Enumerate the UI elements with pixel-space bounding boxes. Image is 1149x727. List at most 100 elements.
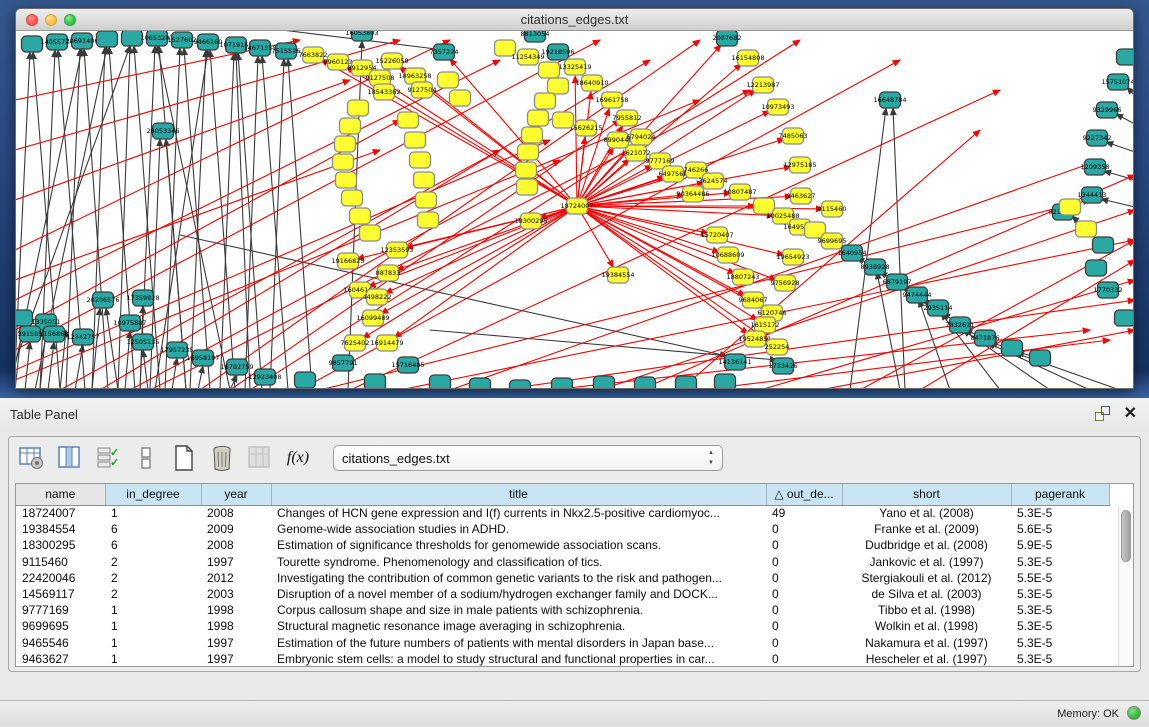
table-cell[interactable]: 9465546 (16, 635, 105, 651)
table-cell[interactable]: Corpus callosum shape and size in male p… (271, 602, 766, 618)
table-cell[interactable]: 0 (766, 537, 842, 553)
table-cell[interactable]: 6 (105, 537, 201, 553)
table-cell[interactable]: 2009 (201, 521, 271, 537)
close-window-button[interactable] (26, 14, 38, 26)
column-header-in_degree[interactable]: in_degree (105, 484, 201, 505)
table-row[interactable]: 1830029562008Estimation of significance … (16, 537, 1109, 553)
table-cell[interactable]: 1997 (201, 635, 271, 651)
table-cell[interactable]: Investigating the contribution of common… (271, 570, 766, 586)
table-cell[interactable]: 0 (766, 554, 842, 570)
table-cell[interactable]: 2003 (201, 586, 271, 602)
table-cell[interactable]: Embryonic stem cells: a model to study s… (271, 651, 766, 667)
table-cell[interactable]: Nakamura et al. (1997) (842, 635, 1011, 651)
table-cell[interactable]: Structural magnetic resonance image aver… (271, 618, 766, 634)
memory-ok-indicator[interactable] (1127, 706, 1141, 720)
column-header-pagerank[interactable]: pagerank (1011, 484, 1109, 505)
table-scrollbar-thumb[interactable] (1121, 510, 1131, 562)
table-cell[interactable]: 9699695 (16, 618, 105, 634)
table-cell[interactable]: 19384554 (16, 521, 105, 537)
table-cell[interactable]: Estimation of significance thresholds fo… (271, 537, 766, 553)
table-row[interactable]: 946554611997Estimation of the future num… (16, 635, 1109, 651)
table-row[interactable]: 946362711997Embryonic stem cells: a mode… (16, 651, 1109, 667)
table-cell[interactable]: Yano et al. (2008) (842, 505, 1011, 521)
minimize-window-button[interactable] (45, 14, 57, 26)
table-cell[interactable]: Tourette syndrome. Phenomenology and cla… (271, 554, 766, 570)
table-cell[interactable]: 2 (105, 554, 201, 570)
table-cell[interactable]: 14569117 (16, 586, 105, 602)
table-cell[interactable]: Disruption of a novel member of a sodium… (271, 586, 766, 602)
column-header-short[interactable]: short (842, 484, 1011, 505)
column-header-name[interactable]: name (16, 484, 105, 505)
table-cell[interactable]: Stergiakouli et al. (2012) (842, 570, 1011, 586)
column-header-title[interactable]: title (271, 484, 766, 505)
network-window[interactable]: citations_edges.txt (15, 8, 1134, 389)
table-cell[interactable]: 0 (766, 521, 842, 537)
table-cell[interactable]: de Silva et al. (2003) (842, 586, 1011, 602)
table-cell[interactable]: 5.9E-5 (1011, 537, 1109, 553)
table-cell[interactable]: 1997 (201, 554, 271, 570)
table-cell[interactable]: 2012 (201, 570, 271, 586)
table-cell[interactable]: 1 (105, 602, 201, 618)
table-cell[interactable]: 1998 (201, 618, 271, 634)
table-cell[interactable]: Wolkin et al. (1998) (842, 618, 1011, 634)
network-table-selector[interactable]: citations_edges.txt ▲▼ (333, 445, 723, 471)
table-cell[interactable]: 1998 (201, 602, 271, 618)
table-cell[interactable]: 5.5E-5 (1011, 570, 1109, 586)
table-cell[interactable]: 9777169 (16, 602, 105, 618)
table-cell[interactable]: Dudbridge et al. (2008) (842, 537, 1011, 553)
table-scrollbar[interactable] (1118, 506, 1133, 667)
table-cell[interactable]: 1 (105, 635, 201, 651)
table-cell[interactable]: Hescheler et al. (1997) (842, 651, 1011, 667)
node-table-viewport[interactable]: namein_degreeyeartitle△ out_de...shortpa… (15, 483, 1134, 667)
table-cell[interactable]: 5.3E-5 (1011, 554, 1109, 570)
table-cell[interactable]: 2 (105, 570, 201, 586)
table-row[interactable]: 1938455462009Genome-wide association stu… (16, 521, 1109, 537)
table-cell[interactable]: 0 (766, 618, 842, 634)
network-canvas[interactable] (16, 31, 1133, 388)
window-titlebar[interactable]: citations_edges.txt (16, 9, 1133, 31)
table-cell[interactable]: 5.3E-5 (1011, 586, 1109, 602)
table-cell[interactable]: Jankovic et al. (1997) (842, 554, 1011, 570)
table-cell[interactable]: Franke et al. (2009) (842, 521, 1011, 537)
table-cell[interactable]: 1 (105, 618, 201, 634)
table-cell[interactable]: 9463627 (16, 651, 105, 667)
table-cell[interactable]: 18300295 (16, 537, 105, 553)
column-header-year[interactable]: year (201, 484, 271, 505)
table-cell[interactable]: 6 (105, 521, 201, 537)
delete-table-icon[interactable] (209, 445, 235, 471)
table-cell[interactable]: Genome-wide association studies in ADHD. (271, 521, 766, 537)
table-row[interactable]: 2242004622012Investigating the contribut… (16, 570, 1109, 586)
table-settings-icon[interactable] (19, 445, 45, 471)
table-row[interactable]: 1872400712008Changes of HCN gene express… (16, 505, 1109, 521)
table-cell[interactable]: 1997 (201, 651, 271, 667)
table-cell[interactable]: 49 (766, 505, 842, 521)
table-cell[interactable]: 5.3E-5 (1011, 618, 1109, 634)
table-cell[interactable]: Tibbo et al. (1998) (842, 602, 1011, 618)
table-row[interactable]: 977716911998Corpus callosum shape and si… (16, 602, 1109, 618)
table-cell[interactable]: 0 (766, 586, 842, 602)
table-cell[interactable]: 2 (105, 586, 201, 602)
table-cell[interactable]: 9115460 (16, 554, 105, 570)
table-cell[interactable]: 0 (766, 635, 842, 651)
table-cell[interactable]: 22420046 (16, 570, 105, 586)
table-cell[interactable]: Estimation of the future numbers of pati… (271, 635, 766, 651)
select-all-rows-icon[interactable]: ✓✓ (95, 445, 121, 471)
table-cell[interactable]: 1 (105, 505, 201, 521)
table-cell[interactable]: 1 (105, 651, 201, 667)
table-cell[interactable]: 5.3E-5 (1011, 651, 1109, 667)
float-panel-icon[interactable] (1095, 406, 1110, 421)
close-panel-icon[interactable]: ✕ (1124, 406, 1137, 421)
table-cell[interactable]: 5.3E-5 (1011, 602, 1109, 618)
cells-icon[interactable] (133, 445, 159, 471)
function-builder-icon[interactable]: f(x) (285, 445, 311, 471)
show-columns-icon[interactable] (57, 445, 83, 471)
new-document-icon[interactable] (171, 445, 197, 471)
table-cell[interactable]: 0 (766, 651, 842, 667)
table-cell[interactable]: 18724007 (16, 505, 105, 521)
table-cell[interactable]: 0 (766, 570, 842, 586)
table-cell[interactable]: Changes of HCN gene expression and I(f) … (271, 505, 766, 521)
table-cell[interactable]: 2008 (201, 537, 271, 553)
table-row[interactable]: 969969511998Structural magnetic resonanc… (16, 618, 1109, 634)
table-cell[interactable]: 5.6E-5 (1011, 521, 1109, 537)
table-cell[interactable]: 0 (766, 602, 842, 618)
